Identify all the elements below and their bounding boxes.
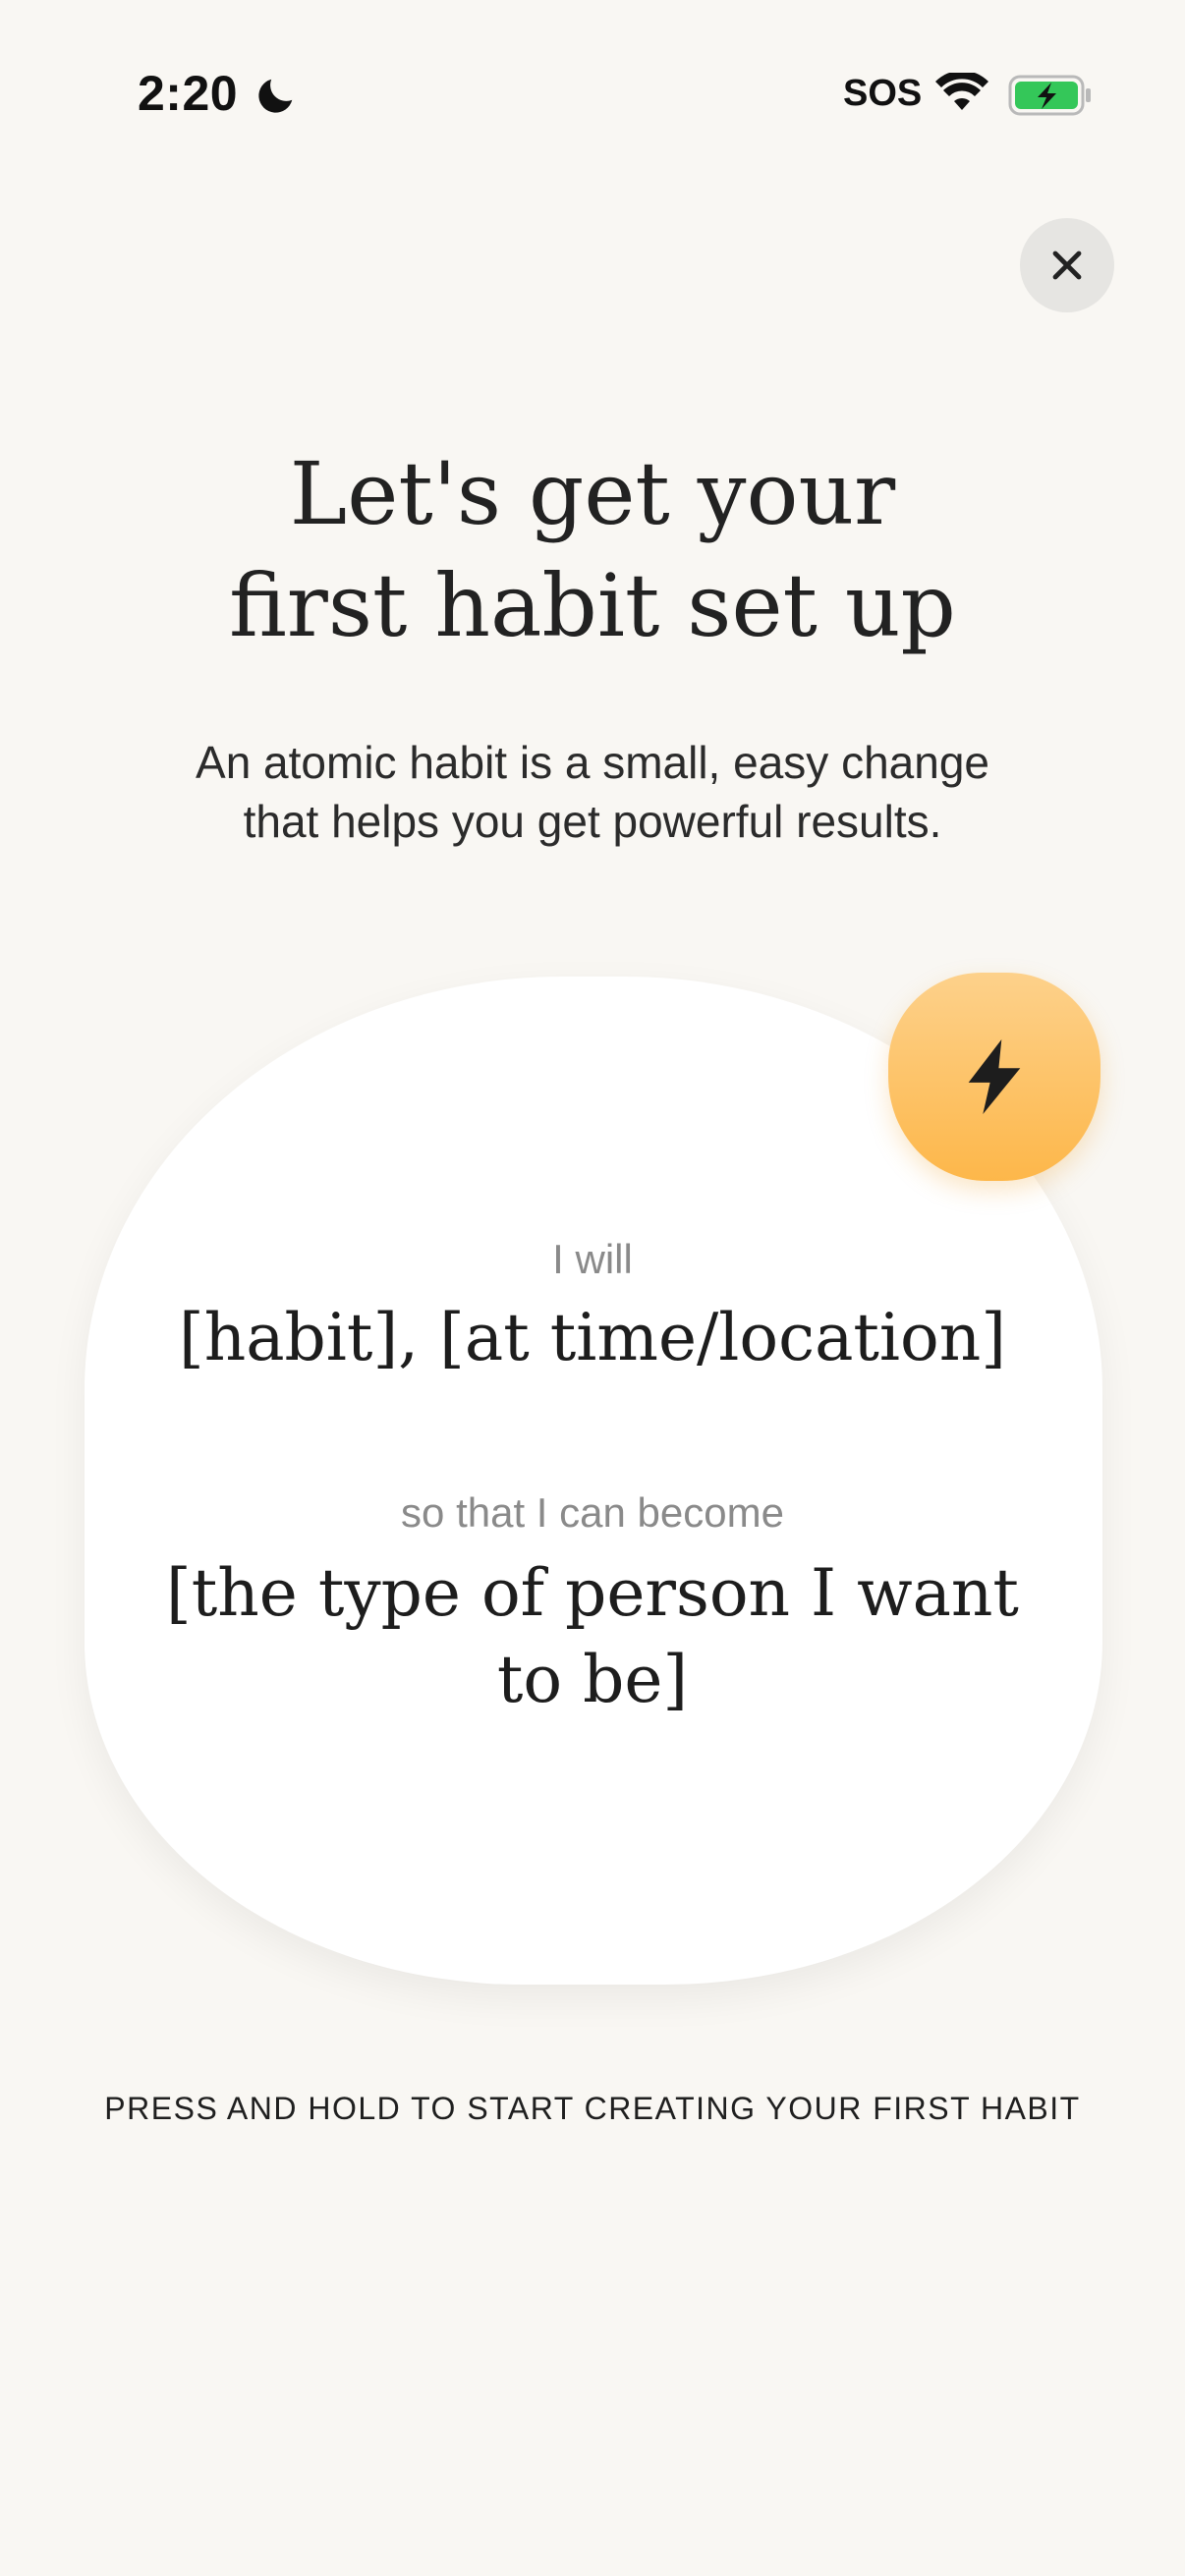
page-subtitle-line2: that helps you get powerful results. bbox=[243, 796, 942, 847]
identity-placeholder: [the type of person I want to be] bbox=[0, 1550, 1185, 1723]
label-i-will: I will bbox=[552, 1236, 633, 1282]
habit-placeholder: [habit], [at time/location] bbox=[178, 1300, 1007, 1375]
close-icon bbox=[1052, 251, 1082, 280]
identity-placeholder-line2: to be] bbox=[496, 1642, 689, 1717]
moon-icon bbox=[258, 79, 293, 113]
page-title-line1: Let's get your bbox=[289, 443, 896, 544]
carrier-label: SOS bbox=[843, 73, 923, 114]
page-subtitle-line1: An atomic habit is a small, easy change bbox=[196, 737, 989, 788]
lightning-badge[interactable] bbox=[888, 973, 1100, 1181]
page-title: Let's get your first habit set up bbox=[0, 438, 1185, 662]
identity-placeholder-line1: [the type of person I want bbox=[166, 1555, 1019, 1631]
status-time: 2:20 bbox=[138, 66, 239, 121]
page-title-line2: first habit set up bbox=[229, 555, 956, 656]
wifi-icon bbox=[935, 73, 988, 110]
lightning-bolt-icon bbox=[968, 1039, 1021, 1114]
label-so-that-i-can-become: so that I can become bbox=[401, 1489, 784, 1536]
page-subtitle: An atomic habit is a small, easy change … bbox=[0, 733, 1185, 851]
press-and-hold-hint: PRESS AND HOLD TO START CREATING YOUR FI… bbox=[104, 2091, 1081, 2126]
close-button[interactable] bbox=[1020, 218, 1114, 312]
battery-charging-icon bbox=[1008, 75, 1091, 116]
